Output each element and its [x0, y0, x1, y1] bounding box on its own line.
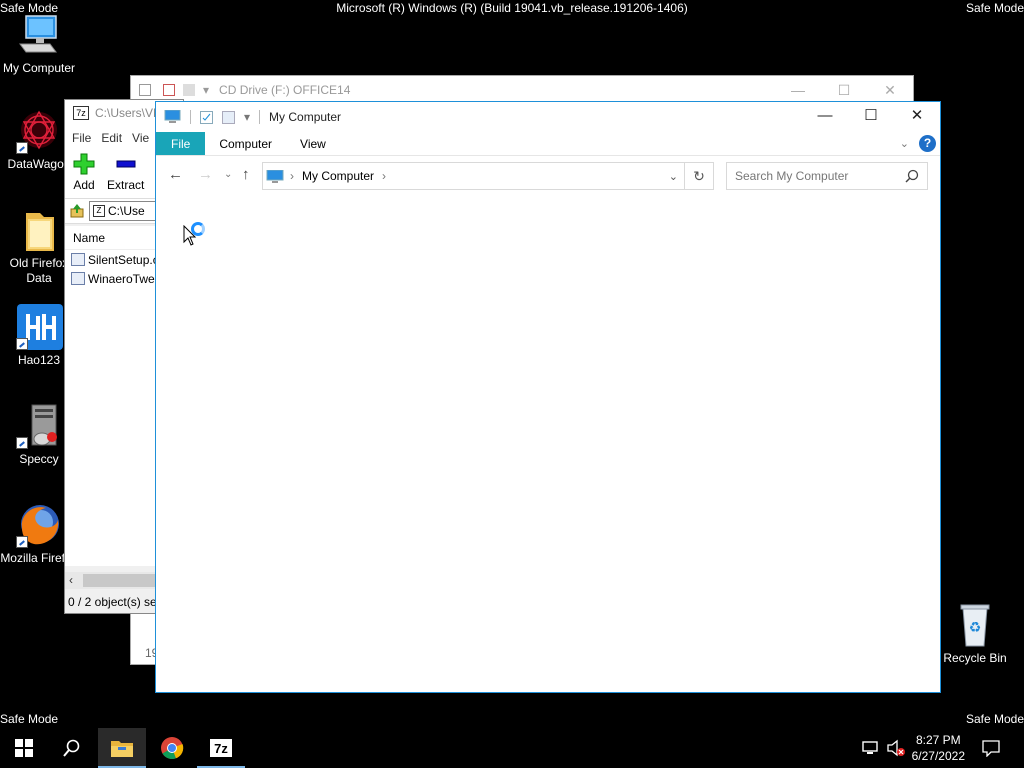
expand-ribbon-icon[interactable]: ⌄	[900, 137, 909, 150]
shortcut-arrow-icon	[16, 338, 28, 350]
desktop-icon-label: My Computer	[2, 61, 76, 75]
search-button[interactable]	[48, 728, 96, 768]
7zip-app-icon: 7z	[73, 106, 89, 120]
drive-icon: Z	[93, 205, 105, 217]
taskbar-7zip[interactable]: 7z	[197, 728, 245, 768]
tab-computer[interactable]: Computer	[205, 132, 286, 155]
minimize-button[interactable]: —	[802, 102, 848, 130]
forward-button[interactable]: →	[198, 166, 213, 183]
recycle-bin-icon: ♻	[952, 602, 998, 648]
close-button[interactable]: ✕	[894, 102, 940, 130]
breadcrumb-separator-icon[interactable]: ›	[382, 169, 386, 183]
cd-drive-title: CD Drive (F:) OFFICE14	[219, 82, 351, 97]
explorer-titlebar[interactable]: ▾ My Computer — ☐ ✕	[156, 102, 940, 132]
file-name: SilentSetup.c	[88, 252, 159, 267]
breadcrumb-my-computer[interactable]: My Computer	[302, 169, 374, 183]
explorer-title: My Computer	[269, 110, 342, 124]
windows-build-label: Microsoft (R) Windows (R) (Build 19041.v…	[336, 1, 688, 15]
recent-locations-icon[interactable]: ⌄	[224, 169, 232, 180]
mouse-cursor-icon	[183, 225, 197, 246]
tab-view[interactable]: View	[286, 132, 340, 155]
start-button[interactable]	[0, 728, 48, 768]
menu-edit[interactable]: Edit	[101, 131, 122, 145]
address-dropdown-icon[interactable]: ⌄	[669, 170, 678, 183]
file-icon	[71, 253, 85, 266]
maximize-button[interactable]: ☐	[821, 76, 867, 104]
safe-mode-label-bottom-right: Safe Mode	[965, 712, 1024, 726]
help-button[interactable]: ?	[919, 135, 936, 152]
add-button[interactable]: Add	[73, 153, 95, 198]
chrome-icon	[161, 737, 184, 760]
close-button[interactable]: ✕	[867, 76, 913, 104]
navigation-bar: ← → ⌄ ↑ › My Computer › ⌄ ↻ Search My Co…	[156, 156, 940, 196]
new-folder-icon	[183, 83, 195, 96]
refresh-button[interactable]: ↻	[685, 162, 714, 190]
shortcut-arrow-icon	[16, 536, 28, 548]
action-center-icon[interactable]	[982, 739, 1000, 760]
minus-icon	[116, 160, 136, 168]
taskbar-clock[interactable]: 8:27 PM 6/27/2022	[912, 732, 965, 764]
breadcrumb-separator-icon[interactable]: ›	[290, 169, 294, 183]
shortcut-arrow-icon	[16, 142, 28, 154]
customize-quick-access-icon: ▾	[203, 82, 210, 97]
7zip-title: C:\Users\VM	[95, 106, 164, 120]
drive-icon	[139, 83, 151, 96]
computer-icon	[16, 12, 62, 58]
7zip-app-icon: 7z	[209, 738, 233, 758]
file-name: WinaeroTwea	[88, 271, 162, 286]
search-icon	[63, 739, 80, 757]
folder-icon	[16, 207, 62, 253]
minimize-button[interactable]: —	[775, 76, 821, 104]
back-button[interactable]: ←	[168, 166, 183, 183]
svg-text:♻: ♻	[969, 620, 982, 636]
taskbar-google-chrome[interactable]	[148, 728, 196, 768]
volume-muted-icon[interactable]	[886, 739, 906, 760]
file-icon	[71, 272, 85, 285]
7zip-address-text: C:\Use	[108, 204, 145, 218]
clock-time: 8:27 PM	[915, 733, 961, 747]
desktop-icon-recycle-bin[interactable]: ♻ Recycle Bin	[936, 602, 1014, 666]
ribbon-tabs: File Computer View ⌄ ?	[156, 132, 940, 156]
menu-view[interactable]: Vie	[132, 131, 149, 145]
search-icon	[905, 169, 919, 183]
network-icon[interactable]	[862, 740, 880, 759]
safe-mode-label-bottom-left: Safe Mode	[0, 712, 59, 726]
address-bar[interactable]: › My Computer › ⌄	[262, 162, 685, 190]
extract-button[interactable]: Extract	[107, 153, 144, 198]
up-button[interactable]: ↑	[242, 166, 250, 183]
windows-logo-icon	[15, 739, 33, 757]
taskbar: 7z 8:27 PM 6/27/2022	[0, 728, 1024, 768]
search-placeholder: Search My Computer	[735, 169, 849, 183]
desktop-icon-my-computer[interactable]: My Computer	[0, 12, 78, 76]
explorer-window[interactable]: ▾ My Computer — ☐ ✕ File Computer View ⌄…	[155, 101, 941, 693]
taskbar-file-explorer[interactable]	[98, 728, 146, 768]
computer-icon	[164, 110, 181, 123]
desktop-icon-label: Recycle Bin	[943, 651, 1007, 665]
add-button-label: Add	[73, 178, 95, 192]
hao123-icon	[16, 304, 63, 350]
tab-file[interactable]: File	[156, 132, 206, 155]
datawagon-icon	[16, 108, 62, 154]
scroll-left-icon[interactable]: ‹	[69, 572, 73, 589]
shortcut-arrow-icon	[16, 437, 28, 449]
search-input[interactable]: Search My Computer	[726, 162, 928, 190]
file-explorer-icon	[111, 741, 133, 757]
computer-icon	[266, 169, 284, 183]
maximize-button[interactable]: ☐	[848, 102, 894, 130]
menu-file[interactable]: File	[72, 131, 91, 145]
plus-icon	[73, 153, 95, 175]
clock-date: 6/27/2022	[911, 749, 965, 763]
customize-quick-access-icon[interactable]: ▾	[244, 110, 250, 124]
speccy-icon	[16, 403, 62, 449]
firefox-icon	[16, 502, 62, 548]
properties-icon	[163, 83, 175, 96]
new-folder-icon[interactable]	[222, 110, 235, 124]
extract-button-label: Extract	[107, 178, 145, 192]
up-folder-icon[interactable]	[69, 203, 85, 219]
safe-mode-label-top-right: Safe Mode	[965, 1, 1024, 15]
properties-icon[interactable]	[200, 110, 213, 124]
